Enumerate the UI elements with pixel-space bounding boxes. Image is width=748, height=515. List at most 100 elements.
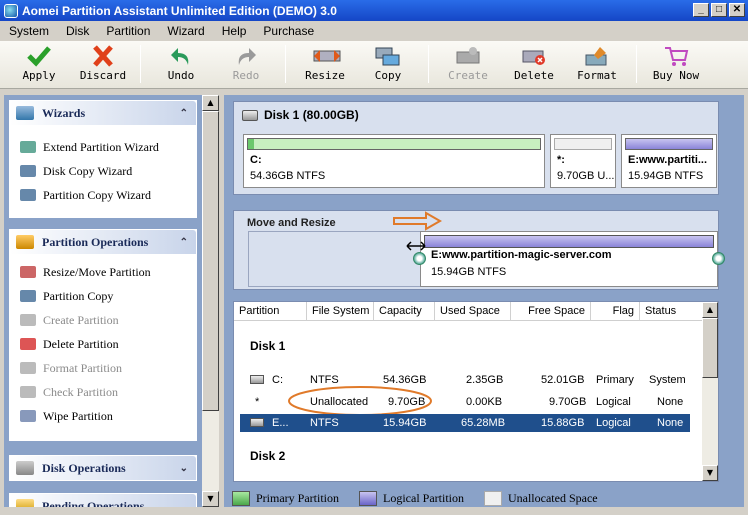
close-button[interactable]: ✕ [729, 3, 745, 17]
selected-partition-size: 15.94GB NTFS [431, 266, 507, 278]
drive-icon [250, 375, 264, 384]
delete-button[interactable]: Delete [506, 44, 562, 86]
create-disk-icon [455, 45, 481, 67]
buy-now-button[interactable]: Buy Now [648, 44, 704, 86]
undo-button[interactable]: Undo [153, 44, 209, 86]
x-icon [90, 45, 116, 67]
delete-icon [20, 338, 36, 350]
resize-cursor-icon [406, 241, 426, 251]
free-space-area[interactable] [248, 231, 420, 287]
list-header: Partition File System Capacity Used Spac… [234, 302, 704, 321]
menu-system[interactable]: System [0, 24, 57, 38]
format-partition[interactable]: Format Partition [10, 356, 196, 380]
partition-copy-wizard[interactable]: Partition Copy Wizard [10, 183, 196, 207]
disk-2-row[interactable]: Disk 2 [250, 449, 285, 463]
menu-help[interactable]: Help [213, 24, 255, 38]
col-capacity[interactable]: Capacity [374, 302, 435, 321]
pending-operations-header[interactable]: Pending Operations [10, 494, 196, 507]
shopping-cart-icon [663, 45, 689, 67]
selected-partition-block[interactable]: E:www.partition-magic-server.com 15.94GB… [420, 231, 718, 287]
check-partition[interactable]: Check Partition [10, 380, 196, 404]
minimize-button[interactable]: _ [693, 3, 709, 17]
legend: Primary Partition Logical Partition Unal… [232, 488, 618, 508]
col-free-space[interactable]: Free Space [511, 302, 591, 321]
create-partition[interactable]: Create Partition [10, 308, 196, 332]
partition-operations-header[interactable]: Partition Operations ⌃ [10, 230, 196, 254]
delete-partition[interactable]: Delete Partition [10, 332, 196, 356]
partition-block-e[interactable]: E:www.partiti... 15.94GB NTFS [621, 134, 717, 188]
partition-block-unallocated[interactable]: *: 9.70GB U... [550, 134, 616, 188]
disk-title: Disk 1 (80.00GB) [242, 108, 359, 122]
extend-partition-wizard[interactable]: Extend Partition Wizard [10, 135, 196, 159]
apply-button[interactable]: Apply [11, 44, 67, 86]
chevron-down-icon[interactable]: ⌄ [180, 463, 188, 474]
right-resize-handle[interactable] [712, 252, 725, 265]
redo-label: Redo [232, 69, 260, 82]
disk-1-row[interactable]: Disk 1 [250, 339, 285, 353]
scroll-thumb[interactable] [202, 111, 219, 411]
pending-icon [16, 499, 34, 507]
logical-swatch [359, 490, 377, 506]
disk-operations-header[interactable]: Disk Operations ⌄ [10, 456, 196, 480]
format-button[interactable]: Format [569, 44, 625, 86]
disk-icon [20, 165, 36, 177]
redo-button[interactable]: Redo [218, 44, 274, 86]
disk-icon [16, 461, 34, 475]
legend-primary: Primary Partition [232, 490, 339, 506]
col-used-space[interactable]: Used Space [435, 302, 511, 321]
sidebar-scrollbar[interactable]: ▲ ▼ [202, 95, 219, 507]
wizards-header[interactable]: Wizards ⌃ [10, 101, 196, 125]
undo-arrow-icon [168, 45, 194, 67]
menu-bar: System Disk Partition Wizard Help Purcha… [0, 21, 748, 40]
table-row[interactable]: E... NTFS 15.94GB 65.28MB 15.88GB Logica… [240, 414, 690, 432]
wizards-panel: Wizards ⌃ Extend Partition Wizard Disk C… [9, 100, 197, 218]
app-icon [4, 3, 18, 18]
partition-block-c[interactable]: C: 54.36GB NTFS [243, 134, 545, 188]
resize-button[interactable]: Resize [297, 44, 353, 86]
window-title: Aomei Partition Assistant Unlimited Edit… [22, 3, 337, 18]
create-label: Create [448, 69, 488, 82]
partition-icon [16, 235, 34, 249]
maximize-button[interactable]: □ [711, 3, 727, 17]
undo-label: Undo [167, 69, 195, 82]
chevron-up-icon[interactable]: ⌃ [180, 108, 188, 119]
wizards-title: Wizards [42, 105, 86, 120]
scroll-down-button[interactable]: ▼ [702, 465, 718, 481]
disk-icon [20, 189, 36, 201]
col-status[interactable]: Status [640, 302, 693, 321]
scroll-thumb[interactable] [702, 318, 718, 378]
apply-label: Apply [22, 69, 56, 82]
selected-partition-name: E:www.partition-magic-server.com [431, 249, 612, 261]
list-scrollbar[interactable]: ▲ ▼ [702, 302, 718, 481]
scroll-down-button[interactable]: ▼ [202, 491, 219, 507]
partition-copy[interactable]: Partition Copy [10, 284, 196, 308]
disk-operations-title: Disk Operations [42, 460, 126, 475]
move-resize-panel: Move and Resize E:www.partition-magic-se… [233, 210, 725, 290]
partition-list: Partition File System Capacity Used Spac… [233, 301, 719, 482]
discard-button[interactable]: Discard [75, 44, 131, 86]
copy-button[interactable]: Copy [360, 44, 416, 86]
create-icon [20, 314, 36, 326]
menu-purchase[interactable]: Purchase [254, 24, 322, 38]
scroll-up-button[interactable]: ▲ [202, 95, 219, 111]
left-resize-handle[interactable] [413, 252, 426, 265]
resize-move-partition[interactable]: Resize/Move Partition [10, 260, 196, 284]
annotation-ellipse [288, 386, 432, 416]
col-partition[interactable]: Partition [234, 302, 307, 321]
main-area: Disk 1 (80.00GB) C: 54.36GB NTFS *: 9.70… [224, 95, 744, 507]
menu-partition[interactable]: Partition [97, 24, 158, 38]
usage-bar [247, 138, 541, 150]
create-button[interactable]: Create [440, 44, 496, 86]
disk-icon [20, 141, 36, 153]
col-flag[interactable]: Flag [591, 302, 640, 321]
disk-copy-wizard[interactable]: Disk Copy Wizard [10, 159, 196, 183]
menu-disk[interactable]: Disk [57, 24, 97, 38]
wipe-partition[interactable]: Wipe Partition [10, 404, 196, 428]
copy-disk-icon [375, 45, 401, 67]
pending-operations-title: Pending Operations [42, 498, 145, 508]
col-file-system[interactable]: File System [307, 302, 374, 321]
scroll-up-button[interactable]: ▲ [702, 302, 718, 318]
menu-wizard[interactable]: Wizard [158, 24, 212, 38]
chevron-up-icon[interactable]: ⌃ [180, 237, 188, 248]
check-icon [20, 386, 36, 398]
